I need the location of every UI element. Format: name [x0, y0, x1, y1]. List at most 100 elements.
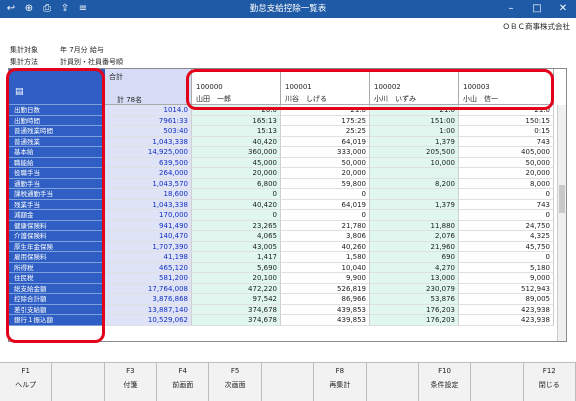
total-cell: 10,529,062: [105, 315, 192, 326]
row-label[interactable]: 介護保険料: [9, 231, 105, 242]
total-column-header[interactable]: 合計 計 78名: [105, 69, 192, 105]
function-key-button[interactable]: F5 次画面: [209, 363, 262, 401]
row-label[interactable]: 総支給金額: [9, 283, 105, 294]
value-cell: 333,000: [281, 147, 370, 158]
value-cell: 0: [459, 189, 554, 200]
value-cell: 1:00: [370, 126, 459, 137]
document-icon: ▤: [15, 87, 24, 97]
function-key-button[interactable]: [366, 363, 419, 401]
value-cell: 21,960: [370, 241, 459, 252]
row-label[interactable]: 差引支給額: [9, 304, 105, 315]
total-cell: 581,200: [105, 273, 192, 284]
value-cell: 743: [459, 136, 554, 147]
employee-header[interactable]: 100001 川谷 しげる: [281, 69, 370, 105]
value-cell: 20.0: [192, 105, 281, 116]
employee-code: 100000: [196, 83, 223, 91]
value-cell: 21.0: [281, 105, 370, 116]
target-label: 集計対象: [10, 46, 38, 54]
value-cell: 0: [459, 252, 554, 263]
function-key-button[interactable]: F12 閉じる: [523, 363, 576, 401]
row-label[interactable]: 基本給: [9, 147, 105, 158]
company-name: ＯＢＣ商事株式会社: [502, 22, 571, 31]
value-cell: 374,678: [192, 315, 281, 326]
value-cell: 374,678: [192, 304, 281, 315]
close-icon[interactable]: ✕: [550, 0, 576, 18]
value-cell: 10,000: [370, 157, 459, 168]
total-cell: 264,000: [105, 168, 192, 179]
row-label[interactable]: 雇用保険料: [9, 252, 105, 263]
employee-header[interactable]: 100000 山田 一郎: [192, 69, 281, 105]
value-cell: 151:00: [370, 115, 459, 126]
value-cell: 97,542: [192, 294, 281, 305]
value-cell: 690: [370, 252, 459, 263]
function-key-button[interactable]: [261, 363, 315, 401]
employee-name: 小山 信一: [463, 95, 498, 103]
value-cell: 5,180: [459, 262, 554, 273]
row-label[interactable]: 厚生年金保険: [9, 241, 105, 252]
row-label[interactable]: 出勤日数: [9, 105, 105, 116]
value-cell: 1,417: [192, 252, 281, 263]
row-label[interactable]: 住民税: [9, 273, 105, 284]
function-key-button[interactable]: F8 再集計: [314, 363, 367, 401]
value-cell: 10,040: [281, 262, 370, 273]
row-label[interactable]: 所得税: [9, 262, 105, 273]
function-key-code: F3: [126, 367, 135, 375]
total-cell: 18,600: [105, 189, 192, 200]
total-cell: 13,887,140: [105, 304, 192, 315]
value-cell: 0: [192, 189, 281, 200]
value-cell: 40,420: [192, 199, 281, 210]
row-label[interactable]: 普通残業時間: [9, 126, 105, 137]
value-cell: 43,005: [192, 241, 281, 252]
row-label[interactable]: 役職手当: [9, 168, 105, 179]
value-cell: 0: [281, 189, 370, 200]
row-label[interactable]: 控除合計額: [9, 294, 105, 305]
value-cell: 40,420: [192, 136, 281, 147]
row-label[interactable]: 課税通勤手当: [9, 189, 105, 200]
value-cell: 439,853: [281, 315, 370, 326]
function-key-button[interactable]: F4 前画面: [157, 363, 210, 401]
function-key-code: F12: [542, 367, 556, 375]
maximize-icon[interactable]: □: [524, 0, 550, 18]
total-cell: 41,198: [105, 252, 192, 263]
row-label[interactable]: 銀行１振込額: [9, 315, 105, 326]
corner-cell: ▤: [9, 69, 105, 105]
value-cell: 4,065: [192, 231, 281, 242]
value-cell: 21,780: [281, 220, 370, 231]
row-label[interactable]: 職能給: [9, 157, 105, 168]
value-cell: 0: [192, 210, 281, 221]
function-key-button[interactable]: F10 条件設定: [418, 363, 472, 401]
total-cell: 170,000: [105, 210, 192, 221]
function-key-button[interactable]: [471, 363, 524, 401]
row-label[interactable]: 減額金: [9, 210, 105, 221]
value-cell: 9,000: [459, 273, 554, 284]
report-grid[interactable]: ▤ 出勤日数 出勤時間 普通残業時間 普通残業 基本給 職能給 役職手当 通勤手当 課税通勤手当…: [8, 68, 567, 342]
value-cell: 4,270: [370, 262, 459, 273]
value-cell: 176,203: [370, 315, 459, 326]
value-cell: 2,076: [370, 231, 459, 242]
value-cell: 15:13: [192, 126, 281, 137]
value-cell: 11,880: [370, 220, 459, 231]
row-label[interactable]: 残業手当: [9, 199, 105, 210]
total-count: 計 78名: [117, 96, 143, 104]
row-label[interactable]: 普通残業: [9, 136, 105, 147]
value-cell: 24,750: [459, 220, 554, 231]
value-cell: 0: [281, 210, 370, 221]
minimize-icon[interactable]: –: [498, 0, 524, 18]
row-label[interactable]: 健康保険料: [9, 220, 105, 231]
value-cell: 175:25: [281, 115, 370, 126]
employee-code: 100002: [374, 83, 401, 91]
total-cell: 503:40: [105, 126, 192, 137]
row-label[interactable]: 通勤手当: [9, 178, 105, 189]
employee-header[interactable]: 100003 小山 信一: [459, 69, 554, 105]
function-key-label: 前画面: [172, 381, 194, 389]
function-key-button[interactable]: F1 ヘルプ: [0, 363, 53, 401]
employee-header[interactable]: 100002 小川 いずみ: [370, 69, 459, 105]
vertical-scrollbar[interactable]: [557, 105, 566, 341]
function-key-button[interactable]: [52, 363, 105, 401]
value-cell: 8,000: [459, 178, 554, 189]
row-label[interactable]: 出勤時間: [9, 115, 105, 126]
function-key-button[interactable]: F3 付箋: [104, 363, 158, 401]
scroll-thumb[interactable]: [559, 185, 565, 213]
value-cell: 5,690: [192, 262, 281, 273]
total-cell: 140,470: [105, 231, 192, 242]
